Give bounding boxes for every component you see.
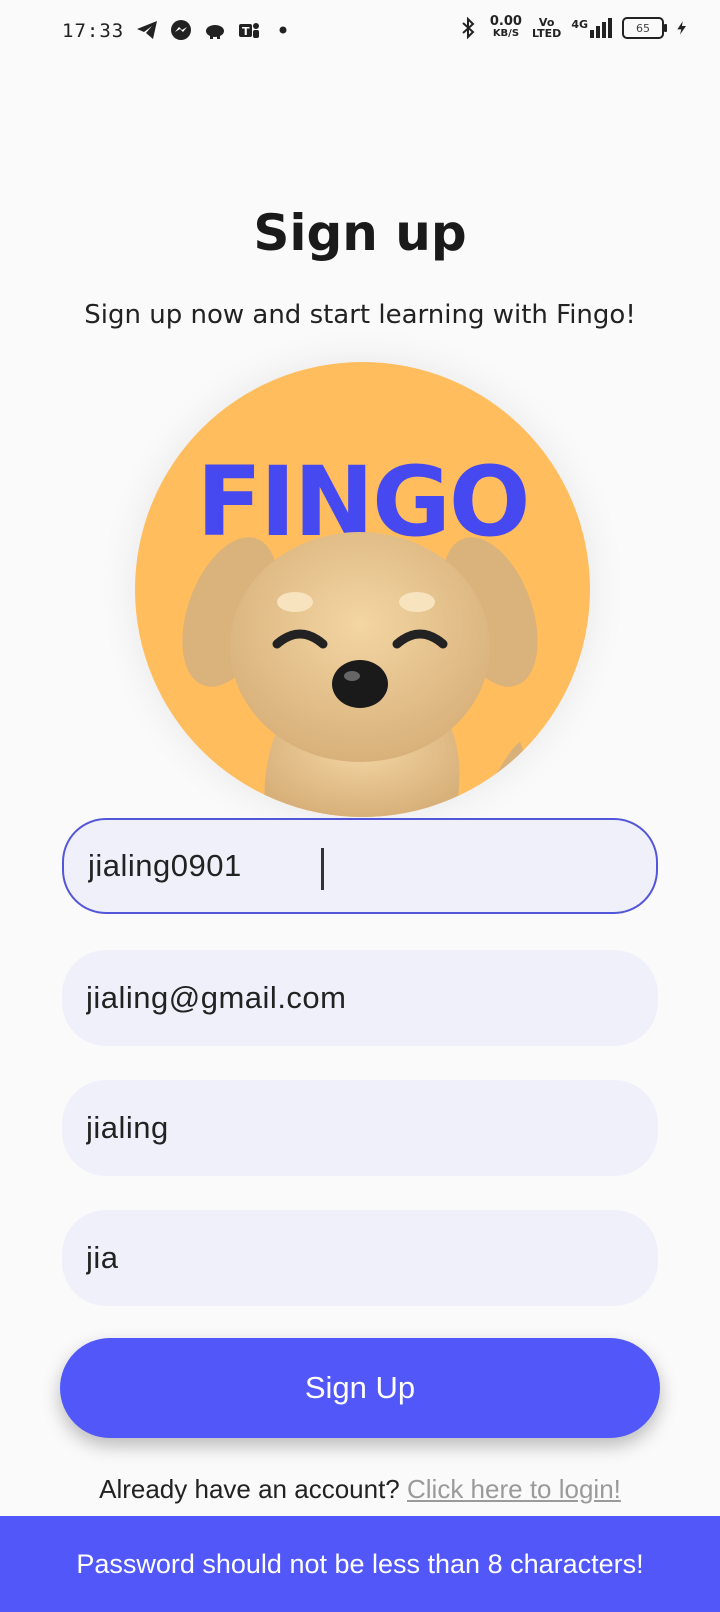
signal-indicator: 4G [571,18,612,38]
bluetooth-icon [462,16,475,40]
svg-text:T: T [242,25,250,38]
logo-circle: FINGO [135,362,590,817]
signup-button[interactable]: Sign Up [60,1338,660,1438]
password-field[interactable] [62,1080,658,1176]
teams-icon: T [239,23,259,38]
status-time: 17:33 [62,20,125,42]
messenger-icon [171,20,191,40]
telegram-icon [137,21,157,39]
status-bar: 17:33 T 0.00 KB/S Vo LTED 4G 65 [0,0,720,66]
page-title: Sign up [253,204,467,262]
page-subtitle: Sign up now and start learning with Fing… [84,300,636,330]
login-prompt-text: Already have an account? [99,1474,400,1504]
username-input[interactable] [86,820,634,912]
charging-icon [677,21,686,35]
dot-icon [279,26,287,34]
volte-indicator: Vo LTED [531,16,562,40]
confirm-password-field[interactable] [62,1210,658,1306]
fingo-logo: FINGO [135,362,590,817]
piggy-bank-icon [206,25,224,39]
net-speed: 0.00 KB/S [489,14,522,39]
puppy-mascot-icon [182,532,538,817]
login-prompt: Already have an account? Click here to l… [0,1474,720,1505]
signal-icon [590,18,612,38]
error-toast: Password should not be less than 8 chara… [0,1516,720,1612]
email-input[interactable] [84,950,636,1046]
username-field[interactable] [62,818,658,914]
email-field[interactable] [62,950,658,1046]
confirm-password-input[interactable] [84,1210,636,1306]
text-caret [321,848,324,890]
password-input[interactable] [84,1080,636,1176]
battery-indicator: 65 [622,17,667,39]
login-link[interactable]: Click here to login! [407,1474,621,1504]
